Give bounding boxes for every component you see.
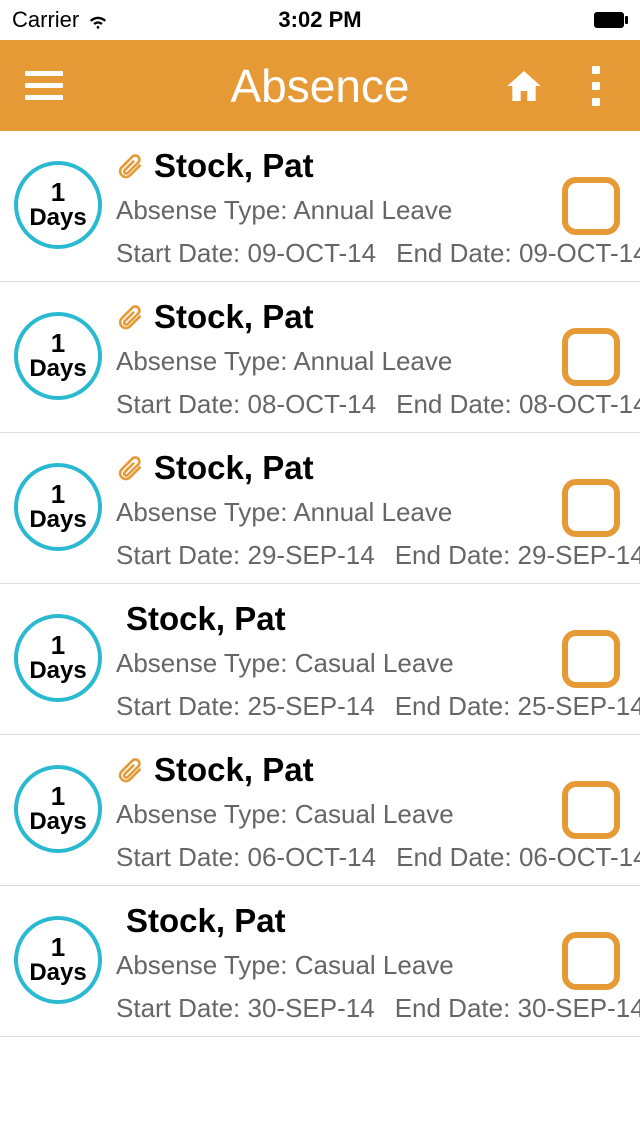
item-content: Stock, Pat Absense Type: Annual Leave St…	[116, 447, 540, 571]
end-date: End Date: 30-SEP-14	[395, 993, 640, 1024]
battery-icon	[594, 12, 628, 28]
start-date: Start Date: 06-OCT-14	[116, 842, 376, 873]
days-unit: Days	[29, 960, 86, 986]
list-item[interactable]: 1 Days Stock, Pat Absense Type: Casual L…	[0, 886, 640, 1037]
days-badge: 1 Days	[14, 614, 102, 702]
app-header: Absence	[0, 40, 640, 131]
days-count: 1	[51, 934, 65, 960]
days-badge: 1 Days	[14, 463, 102, 551]
start-date: Start Date: 25-SEP-14	[116, 691, 375, 722]
item-content: Stock, Pat Absense Type: Annual Leave St…	[116, 296, 540, 420]
select-checkbox[interactable]	[562, 328, 620, 386]
item-content: Stock, Pat Absense Type: Casual Leave St…	[116, 749, 540, 873]
days-badge: 1 Days	[14, 916, 102, 1004]
start-date: Start Date: 08-OCT-14	[116, 389, 376, 420]
start-date: Start Date: 30-SEP-14	[116, 993, 375, 1024]
item-content: Stock, Pat Absense Type: Casual Leave St…	[116, 900, 540, 1024]
end-date: End Date: 29-SEP-14	[395, 540, 640, 571]
days-badge: 1 Days	[14, 312, 102, 400]
days-count: 1	[51, 179, 65, 205]
end-date: End Date: 09-OCT-14	[396, 238, 640, 269]
end-date: End Date: 25-SEP-14	[395, 691, 640, 722]
days-badge: 1 Days	[14, 765, 102, 853]
paperclip-icon	[116, 301, 144, 333]
end-date: End Date: 08-OCT-14	[396, 389, 640, 420]
days-count: 1	[51, 481, 65, 507]
select-checkbox[interactable]	[562, 479, 620, 537]
days-unit: Days	[29, 507, 86, 533]
days-unit: Days	[29, 809, 86, 835]
employee-name: Stock, Pat	[154, 449, 314, 487]
employee-name: Stock, Pat	[126, 600, 286, 638]
employee-name: Stock, Pat	[154, 147, 314, 185]
status-bar: Carrier 3:02 PM	[0, 0, 640, 40]
absence-type: Absense Type: Annual Leave	[116, 346, 540, 377]
absence-type: Absense Type: Casual Leave	[116, 950, 540, 981]
list-item[interactable]: 1 Days Stock, Pat Absense Type: Annual L…	[0, 433, 640, 584]
list-item[interactable]: 1 Days Stock, Pat Absense Type: Casual L…	[0, 584, 640, 735]
end-date: End Date: 06-OCT-14	[396, 842, 640, 873]
days-unit: Days	[29, 205, 86, 231]
absence-type: Absense Type: Casual Leave	[116, 799, 540, 830]
employee-name: Stock, Pat	[154, 298, 314, 336]
absence-type: Absense Type: Annual Leave	[116, 497, 540, 528]
paperclip-icon	[116, 452, 144, 484]
days-unit: Days	[29, 356, 86, 382]
list-item[interactable]: 1 Days Stock, Pat Absense Type: Annual L…	[0, 131, 640, 282]
absence-type: Absense Type: Casual Leave	[116, 648, 540, 679]
item-content: Stock, Pat Absense Type: Casual Leave St…	[116, 598, 540, 722]
menu-icon[interactable]	[24, 66, 64, 106]
wifi-icon	[87, 9, 109, 31]
absence-type: Absense Type: Annual Leave	[116, 195, 540, 226]
paperclip-icon	[116, 754, 144, 786]
employee-name: Stock, Pat	[126, 902, 286, 940]
page-title: Absence	[230, 59, 409, 113]
employee-name: Stock, Pat	[154, 751, 314, 789]
list-item[interactable]: 1 Days Stock, Pat Absense Type: Casual L…	[0, 735, 640, 886]
select-checkbox[interactable]	[562, 630, 620, 688]
list-item[interactable]: 1 Days Stock, Pat Absense Type: Annual L…	[0, 282, 640, 433]
select-checkbox[interactable]	[562, 932, 620, 990]
absence-list: 1 Days Stock, Pat Absense Type: Annual L…	[0, 131, 640, 1037]
select-checkbox[interactable]	[562, 781, 620, 839]
select-checkbox[interactable]	[562, 177, 620, 235]
days-unit: Days	[29, 658, 86, 684]
paperclip-icon	[116, 150, 144, 182]
days-count: 1	[51, 632, 65, 658]
home-icon[interactable]	[504, 66, 544, 106]
more-icon[interactable]	[576, 66, 616, 106]
days-count: 1	[51, 783, 65, 809]
item-content: Stock, Pat Absense Type: Annual Leave St…	[116, 145, 540, 269]
start-date: Start Date: 29-SEP-14	[116, 540, 375, 571]
days-badge: 1 Days	[14, 161, 102, 249]
status-time: 3:02 PM	[278, 7, 361, 33]
days-count: 1	[51, 330, 65, 356]
start-date: Start Date: 09-OCT-14	[116, 238, 376, 269]
carrier-text: Carrier	[12, 7, 79, 33]
